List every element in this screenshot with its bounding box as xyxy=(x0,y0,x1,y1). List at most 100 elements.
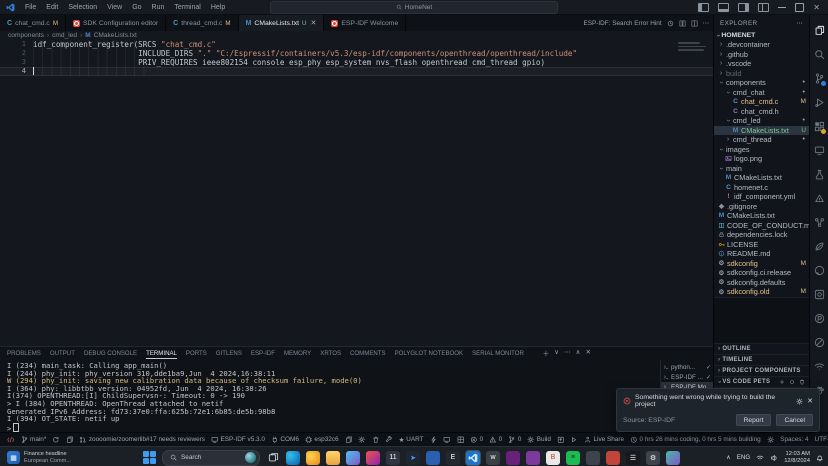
tree-item-logo-png[interactable]: logo.png xyxy=(714,154,809,164)
tree-item-sdkconfig[interactable]: ⚙sdkconfigM xyxy=(714,259,809,269)
panel-tab-terminal[interactable]: TERMINAL xyxy=(146,349,177,359)
activity-profile-p[interactable] xyxy=(810,306,828,330)
panel-action-icon[interactable]: ∧ xyxy=(576,348,581,358)
taskbar-app-app-b[interactable]: B xyxy=(546,451,560,465)
status-espidf-version[interactable]: ESP-IDF v5.3.0 xyxy=(208,436,268,444)
terminal-instance-0[interactable]: python...✓ xyxy=(661,362,713,372)
taskbar-app-arrow-blue[interactable]: ➤ xyxy=(406,451,420,465)
tree-item-sdkconfig-old[interactable]: ⚙sdkconfig.oldM xyxy=(714,287,809,297)
tree-item-cmd-led[interactable]: ›cmd_led• xyxy=(714,116,809,126)
tree-item-components[interactable]: ›components• xyxy=(714,78,809,88)
tree-item-sdkconfig-defaults[interactable]: ⚙sdkconfig.defaults xyxy=(714,278,809,288)
status-copy[interactable] xyxy=(342,436,356,444)
taskbar-app-app-people[interactable] xyxy=(606,451,620,465)
panel-tab-debug-console[interactable]: DEBUG CONSOLE xyxy=(84,349,137,358)
panel-action-icon[interactable]: ✕ xyxy=(585,348,591,358)
terminal-instance-1[interactable]: ESP-IDF ...✓ xyxy=(661,372,713,382)
activity-source-control[interactable] xyxy=(810,66,828,90)
start-button[interactable] xyxy=(143,451,156,464)
tree-item-idf-component-yml[interactable]: !idf_component.yml xyxy=(714,192,809,202)
tree-item-cmakelists-txt[interactable]: MCMakeLists.txtU xyxy=(714,126,809,136)
tree-item-homenet-c[interactable]: Chomenet.c xyxy=(714,183,809,193)
code-line[interactable]: 1idf_component_register(SRCS "chat_cmd.c… xyxy=(0,40,713,49)
status-grid[interactable] xyxy=(454,436,468,444)
volume-icon[interactable] xyxy=(770,454,778,462)
status-gear2[interactable] xyxy=(764,436,778,444)
status-serial-port[interactable]: COM6 xyxy=(268,436,302,444)
status-build[interactable]: Build xyxy=(524,436,554,444)
panel-tab-problems[interactable]: PROBLEMS xyxy=(7,349,41,358)
window-restore-button[interactable] xyxy=(795,3,804,12)
tray-language[interactable]: ENG xyxy=(737,454,750,461)
taskbar-app-app-red[interactable] xyxy=(366,451,380,465)
menu-edit[interactable]: Edit xyxy=(41,4,63,11)
explorer-more-icon[interactable]: ⋯ xyxy=(796,20,803,27)
activity-container-tools[interactable] xyxy=(810,282,828,306)
editor-tab-chat-cmd-c[interactable]: Cchat_cmd.cM xyxy=(0,15,66,31)
tree-item-readme-md[interactable]: README.md xyxy=(714,249,809,259)
menu-terminal[interactable]: Terminal xyxy=(169,4,205,11)
activity-search[interactable] xyxy=(810,42,828,66)
status-wrench[interactable] xyxy=(382,436,396,444)
panel-tab-xrtos[interactable]: XRTOS xyxy=(320,349,341,358)
notification-gear-icon[interactable] xyxy=(796,398,803,405)
taskbar-app-task-view[interactable] xyxy=(266,451,280,465)
trash-icon[interactable] xyxy=(799,379,805,385)
taskbar-app-vscode[interactable] xyxy=(466,451,480,465)
tree-item--devcontainer[interactable]: ›.devcontainer xyxy=(714,40,809,50)
panel-tab-ports[interactable]: PORTS xyxy=(186,349,207,358)
tree-item-code-of-conduct-md[interactable]: CODE_OF_CONDUCT.md xyxy=(714,221,809,231)
activity-circle-slash[interactable] xyxy=(810,330,828,354)
menu-go[interactable]: Go xyxy=(127,4,146,11)
taskbar-app-photos[interactable] xyxy=(346,451,360,465)
taskbar-app-settings[interactable]: ⚙ xyxy=(646,451,660,465)
activity-github[interactable] xyxy=(810,258,828,282)
panel-action-icon[interactable]: ∨ xyxy=(554,348,559,358)
tree-item-build[interactable]: ›build xyxy=(714,69,809,79)
customize-layout-icon[interactable] xyxy=(758,3,769,12)
taskbar-app-paint[interactable] xyxy=(666,451,680,465)
wifi-icon[interactable] xyxy=(756,454,764,462)
taskbar-app-edge[interactable] xyxy=(286,451,300,465)
section-timeline[interactable]: ›TIMELINE xyxy=(714,354,809,365)
notification-bell-icon[interactable] xyxy=(816,454,824,462)
taskbar-app-app-eq[interactable]: ☰ xyxy=(626,451,640,465)
toggle-panel-icon[interactable] xyxy=(718,3,729,12)
status-device-target[interactable]: esp32c6 xyxy=(302,436,342,444)
taskbar-app-app-blue[interactable] xyxy=(426,451,440,465)
tree-item--vscode[interactable]: ›.vscode xyxy=(714,59,809,69)
tree-item-chat-cmd-h[interactable]: Cchat_cmd.h xyxy=(714,107,809,117)
breadcrumb[interactable]: components›cmd_led›MCMakeLists.txt xyxy=(0,31,713,40)
terminal-output[interactable]: I (234) main_task: Calling app_main()I (… xyxy=(0,360,660,432)
code-line[interactable]: 4 xyxy=(0,67,713,76)
panel-tab-memory[interactable]: MEMORY xyxy=(284,349,311,358)
status-layers[interactable] xyxy=(63,436,77,444)
panel-tab-esp-idf[interactable]: ESP-IDF xyxy=(251,349,275,358)
taskbar-app-file-explorer[interactable] xyxy=(326,451,340,465)
taskbar-app-viewer-3d[interactable] xyxy=(586,451,600,465)
activity-leaf[interactable] xyxy=(810,234,828,258)
code-line[interactable]: 3 PRIV_REQUIRES ieee802154 console esp_p… xyxy=(0,58,713,67)
status-pull-request[interactable]: zoooomie/zoomerlib#17 needs reviewers xyxy=(76,436,208,444)
widgets-button[interactable]: ▦ Finance headline European Comm... xyxy=(0,447,78,466)
status-monitor-run[interactable] xyxy=(567,436,581,444)
editor-tab-esp-idf-welcome[interactable]: ESP-IDF Welcome xyxy=(324,15,406,31)
status-trash[interactable] xyxy=(369,436,383,444)
activity-extensions[interactable] xyxy=(810,114,828,138)
taskbar-app-spotify[interactable]: ≡ xyxy=(566,451,580,465)
panel-tab-comments[interactable]: COMMENTS xyxy=(350,349,386,358)
tree-item--gitignore[interactable]: ◆.gitignore xyxy=(714,202,809,212)
editor-tab-thread-cmd-c[interactable]: Cthread_cmd.cM xyxy=(166,15,238,31)
history-icon[interactable] xyxy=(667,20,674,27)
code-line[interactable]: 2 INCLUDE_DIRS "." "C:/Espressif/contain… xyxy=(0,49,713,58)
status-flash[interactable] xyxy=(554,436,568,444)
tree-item-cmakelists-txt[interactable]: MCMakeLists.txt xyxy=(714,211,809,221)
status-indentation[interactable]: Spaces: 4 xyxy=(777,436,811,443)
notification-close-icon[interactable]: ✕ xyxy=(807,397,813,405)
status-uart[interactable]: ★UART xyxy=(396,436,427,444)
panel-action-icon[interactable]: ⋯ xyxy=(564,348,571,358)
panel-tab-serial-monitor[interactable]: SERIAL MONITOR xyxy=(472,349,524,358)
command-center-search[interactable]: HomeNet xyxy=(270,1,558,14)
taskbar-app-app-e[interactable]: E xyxy=(446,451,460,465)
workspace-root-row[interactable]: › HOMENET xyxy=(714,31,809,40)
